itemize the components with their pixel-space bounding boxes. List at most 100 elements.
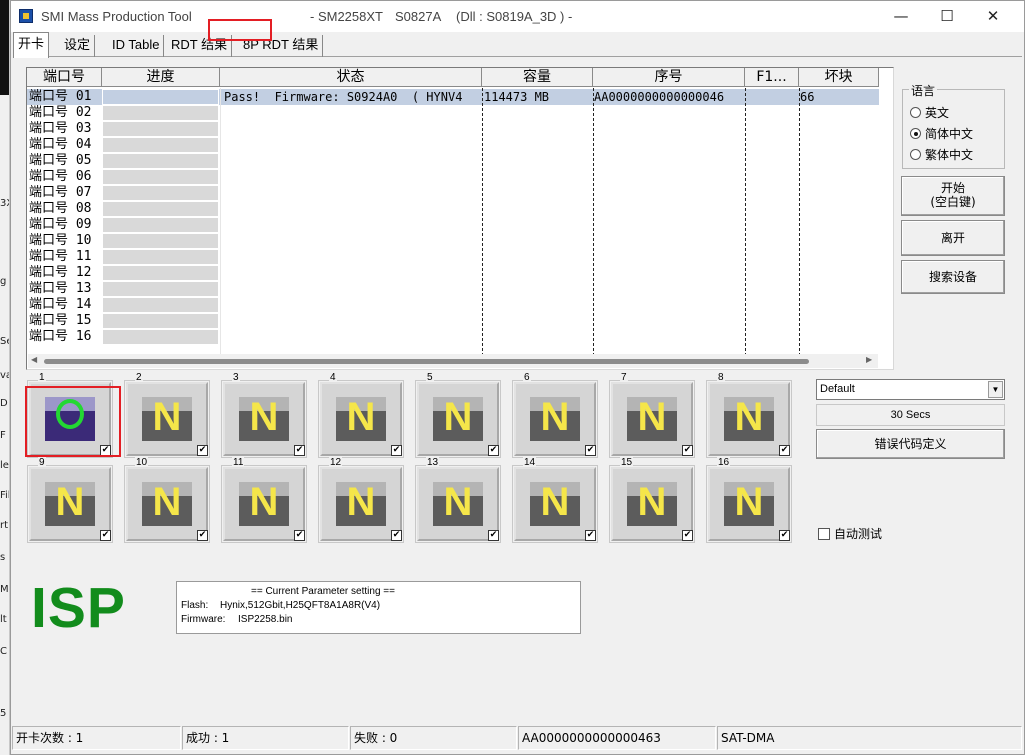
- device-slot[interactable]: 10 N ✔: [124, 457, 210, 543]
- table-row[interactable]: 端口号 10: [27, 233, 879, 249]
- device-slot[interactable]: 2 N ✔: [124, 372, 210, 458]
- close-button[interactable]: ✕: [970, 1, 1016, 32]
- column-header-capacity[interactable]: 容量: [482, 68, 593, 87]
- language-option-english[interactable]: 英文: [910, 105, 949, 121]
- slot-checkbox[interactable]: ✔: [488, 530, 499, 541]
- slot-frame: N: [417, 467, 499, 541]
- table-row[interactable]: 端口号 05: [27, 153, 879, 169]
- progress-cell: [102, 217, 219, 233]
- slot-frame: N: [29, 467, 111, 541]
- slot-checkbox[interactable]: ✔: [100, 530, 111, 541]
- column-header-badblock[interactable]: 坏块: [799, 68, 879, 87]
- table-row[interactable]: 端口号 04: [27, 137, 879, 153]
- title-bar: SMI Mass Production Tool - SM2258XT S082…: [11, 1, 1024, 32]
- autotest-checkbox[interactable]: 自动测试: [818, 526, 882, 542]
- scroll-left-icon[interactable]: ◀: [31, 355, 37, 364]
- progress-cell: [102, 201, 219, 217]
- table-row[interactable]: 端口号 16: [27, 329, 879, 345]
- slot-no-device-icon: N: [239, 395, 289, 441]
- slot-checkbox[interactable]: ✔: [197, 530, 208, 541]
- device-slot[interactable]: 6 N ✔: [512, 372, 598, 458]
- tab-settings[interactable]: 设定: [60, 35, 96, 57]
- table-row[interactable]: 端口号 01 Pass! Firmware: S0924A0 ( HYNV4 114…: [27, 89, 879, 105]
- tab-id-table[interactable]: ID Table: [108, 35, 165, 57]
- table-row[interactable]: 端口号 13: [27, 281, 879, 297]
- slot-checkbox[interactable]: ✔: [585, 530, 596, 541]
- start-button[interactable]: 开始 (空白键): [901, 176, 1005, 216]
- language-option-simplified-chinese[interactable]: 简体中文: [910, 126, 973, 142]
- device-slot[interactable]: 7 N ✔: [609, 372, 695, 458]
- slot-checkbox[interactable]: ✔: [779, 530, 790, 541]
- device-slot[interactable]: 3 N ✔: [221, 372, 307, 458]
- search-device-button[interactable]: 搜索设备: [901, 260, 1005, 294]
- language-option-traditional-chinese[interactable]: 繁体中文: [910, 147, 973, 163]
- port-cell: 端口号 05: [29, 153, 92, 168]
- progress-cell: [102, 233, 219, 249]
- column-header-progress[interactable]: 进度: [102, 68, 220, 87]
- column-header-status[interactable]: 状态: [220, 68, 482, 87]
- slot-state-letter: N: [637, 395, 667, 439]
- autotest-label: 自动测试: [834, 527, 883, 541]
- device-slot[interactable]: 14 N ✔: [512, 457, 598, 543]
- table-row[interactable]: 端口号 12: [27, 265, 879, 281]
- column-header-f1[interactable]: F1...: [745, 68, 799, 87]
- column-header-port[interactable]: 端口号: [27, 68, 102, 87]
- device-slot[interactable]: 16 N ✔: [706, 457, 792, 543]
- device-slot[interactable]: 11 N ✔: [221, 457, 307, 543]
- table-row[interactable]: 端口号 07: [27, 185, 879, 201]
- device-slot[interactable]: 9 N ✔: [27, 457, 113, 543]
- chevron-down-icon[interactable]: ▼: [988, 381, 1003, 398]
- radio-selected-icon: [910, 128, 921, 139]
- table-row[interactable]: 端口号 15: [27, 313, 879, 329]
- device-slot[interactable]: 8 N ✔: [706, 372, 792, 458]
- slot-no-device-icon: N: [627, 395, 677, 441]
- table-row[interactable]: 端口号 06: [27, 169, 879, 185]
- device-slot[interactable]: 5 N ✔: [415, 372, 501, 458]
- slot-checkbox[interactable]: ✔: [682, 445, 693, 456]
- table-row[interactable]: 端口号 14: [27, 297, 879, 313]
- slot-checkbox[interactable]: ✔: [294, 445, 305, 456]
- slot-checkbox[interactable]: ✔: [779, 445, 790, 456]
- slot-checkbox[interactable]: ✔: [197, 445, 208, 456]
- minimize-button[interactable]: —: [878, 1, 924, 32]
- slot-checkbox[interactable]: ✔: [391, 445, 402, 456]
- port-cell: 端口号 08: [29, 201, 92, 216]
- device-slot[interactable]: 15 N ✔: [609, 457, 695, 543]
- table-row[interactable]: 端口号 02: [27, 105, 879, 121]
- slot-frame: N: [514, 382, 596, 456]
- scrollbar-thumb[interactable]: [44, 359, 809, 364]
- slot-checkbox[interactable]: ✔: [585, 445, 596, 456]
- background-text: Fil: [0, 490, 10, 501]
- slot-checkbox[interactable]: ✔: [391, 530, 402, 541]
- device-slot[interactable]: 12 N ✔: [318, 457, 404, 543]
- tab-open-card[interactable]: 开卡: [13, 32, 50, 58]
- slot-checkbox[interactable]: ✔: [294, 530, 305, 541]
- scroll-right-icon[interactable]: ▶: [866, 355, 872, 364]
- maximize-button[interactable]: ☐: [924, 1, 970, 32]
- progress-cell: [102, 281, 219, 297]
- device-slot[interactable]: 4 N ✔: [318, 372, 404, 458]
- error-code-button[interactable]: 错误代码定义: [816, 429, 1005, 459]
- table-row[interactable]: 端口号 09: [27, 217, 879, 233]
- table-row[interactable]: 端口号 11: [27, 249, 879, 265]
- progress-cell: [102, 137, 219, 153]
- tool-version: S0827A: [395, 9, 442, 24]
- device-slot[interactable]: 13 N ✔: [415, 457, 501, 543]
- table-row[interactable]: 端口号 08: [27, 201, 879, 217]
- exit-button[interactable]: 离开: [901, 220, 1005, 256]
- progress-cell: [102, 297, 219, 313]
- port-cell: 端口号 01: [29, 89, 92, 104]
- badblock-cell: 66: [800, 90, 815, 104]
- table-row[interactable]: 端口号 03: [27, 121, 879, 137]
- slot-checkbox[interactable]: ✔: [682, 530, 693, 541]
- slot-checkbox[interactable]: ✔: [488, 445, 499, 456]
- language-group: 语言 英文 简体中文 繁体中文: [902, 82, 1005, 169]
- background-text: D: [0, 398, 8, 409]
- slot-frame: N: [611, 467, 693, 541]
- column-header-serial[interactable]: 序号: [593, 68, 745, 87]
- close-icon: ✕: [986, 7, 1000, 25]
- horizontal-scrollbar[interactable]: ◀ ▶: [28, 354, 878, 368]
- profile-select[interactable]: Default ▼: [816, 379, 1005, 400]
- port-grid[interactable]: 端口号 进度 状态 容量 序号 F1... 坏块 端口号 01 Pass! Fir…: [26, 67, 894, 370]
- background-text: F: [0, 430, 6, 441]
